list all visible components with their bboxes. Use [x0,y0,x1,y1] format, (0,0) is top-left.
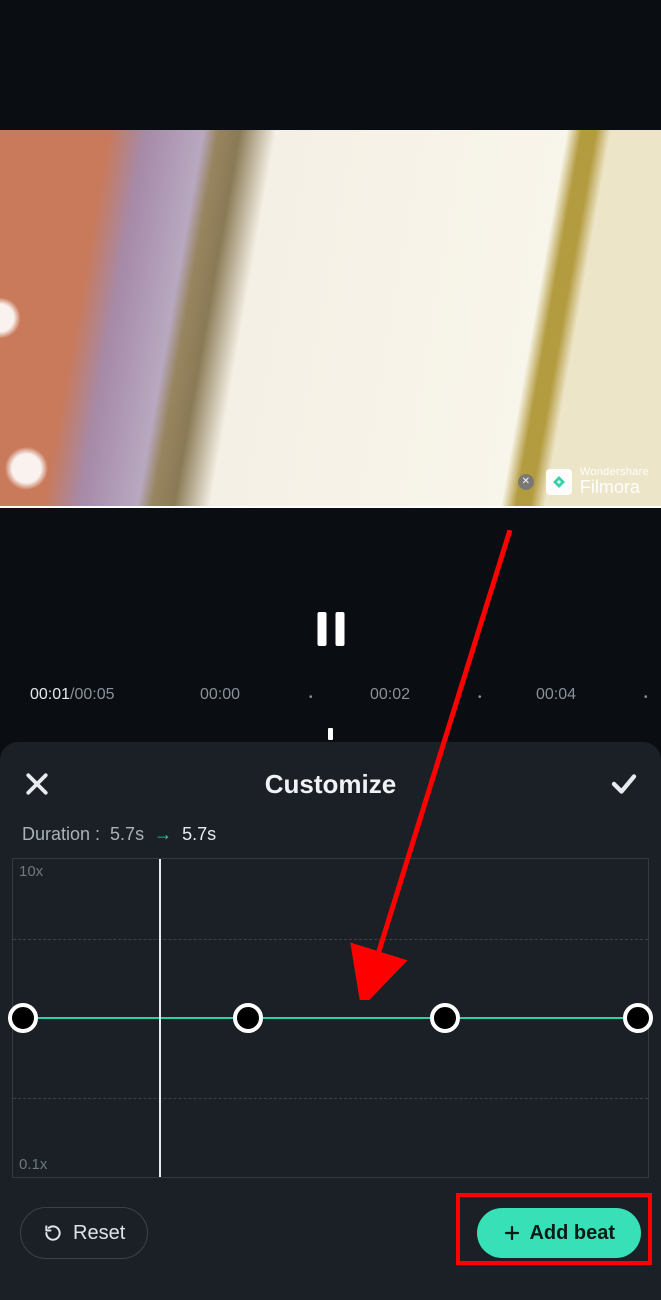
time-tick: 00:00 [200,686,240,704]
time-current-total: 00:01/00:05 [30,686,115,704]
duration-to: 5.7s [182,824,216,845]
plus-icon [503,1224,521,1242]
time-tick-dot: • [644,692,648,703]
video-preview[interactable]: ✕ Wondershare Filmora [0,130,661,508]
arrow-right-icon: → [154,824,172,845]
reset-icon [43,1223,63,1243]
graph-gridline [13,1098,648,1099]
duration-readout: Duration : 5.7s → 5.7s [22,824,639,845]
speed-curve-graph[interactable]: 10x 0.1x [12,858,649,1178]
time-total: 00:05 [75,686,115,703]
watermark-remove-icon[interactable]: ✕ [518,474,534,490]
pause-icon [317,612,326,646]
check-icon [609,769,639,799]
time-current: 00:01 [30,686,70,703]
curve-point[interactable] [233,1003,263,1033]
reset-label: Reset [73,1222,125,1245]
graph-max-label: 10x [19,863,43,880]
add-beat-button[interactable]: Add beat [477,1208,641,1258]
speed-curve-line [13,1017,648,1019]
filmora-logo-icon [546,469,572,495]
reset-button[interactable]: Reset [20,1207,148,1259]
graph-playhead[interactable] [159,859,161,1177]
graph-min-label: 0.1x [19,1156,47,1173]
panel-title: Customize [265,769,396,800]
add-beat-label: Add beat [529,1222,615,1245]
time-tick-dot: • [478,692,482,703]
duration-from: 5.7s [110,824,144,845]
timeline-playhead[interactable] [328,728,333,740]
time-tick-dot: • [309,692,313,703]
timeline-ruler[interactable]: 00:01/00:05 00:00 • 00:02 • 00:04 • [0,686,661,716]
pause-button[interactable] [317,612,344,646]
watermark: ✕ Wondershare Filmora [518,467,649,496]
confirm-button[interactable] [609,769,639,799]
close-button[interactable] [22,769,52,799]
graph-gridline [13,939,648,940]
curve-point[interactable] [623,1003,653,1033]
duration-label: Duration : [22,824,100,845]
watermark-product: Filmora [580,478,649,496]
curve-point[interactable] [8,1003,38,1033]
pause-icon [335,612,344,646]
time-tick: 00:02 [370,686,410,704]
curve-point[interactable] [430,1003,460,1033]
time-tick: 00:04 [536,686,576,704]
close-icon [22,769,52,799]
